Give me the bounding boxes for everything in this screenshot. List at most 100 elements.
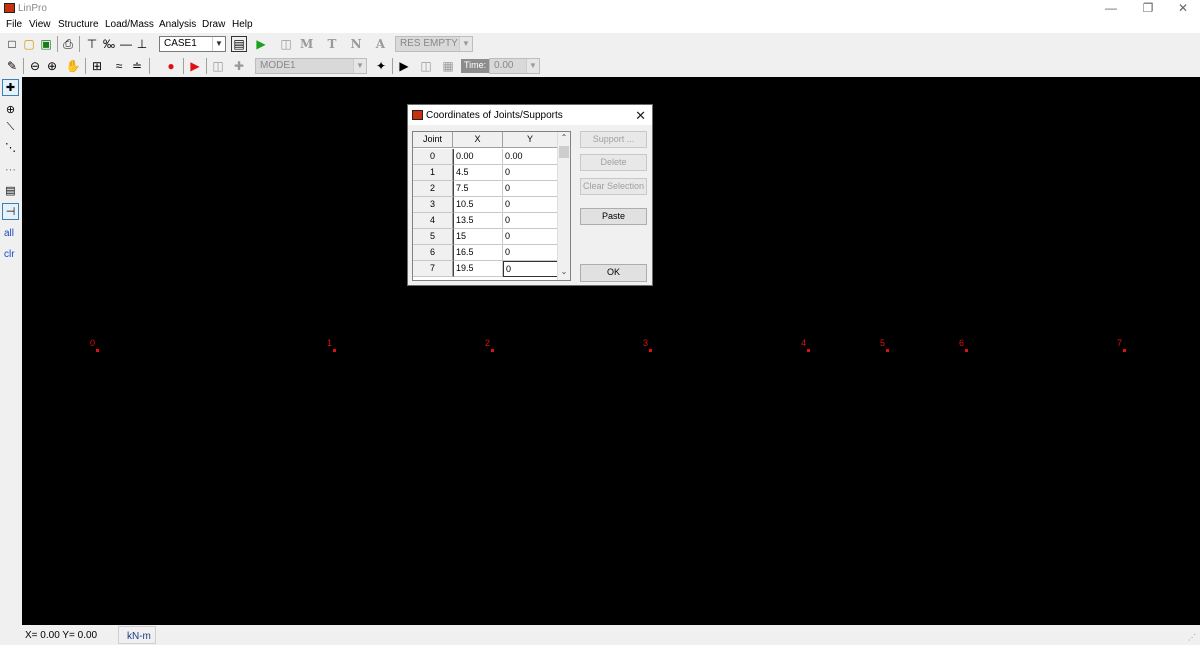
member-joints-icon[interactable]: ⋱ (2, 139, 19, 156)
support-tool-icon[interactable]: ⊤ (84, 36, 100, 52)
status-bar: X= 0.00 Y= 0.00 kN-m ⋰ (0, 625, 1200, 645)
table-row: 3 10.5 0 (413, 197, 558, 213)
menu-draw[interactable]: Draw (202, 19, 225, 30)
grid-icon[interactable]: ⋯ (2, 161, 19, 178)
table-icon[interactable]: ▤ (2, 182, 19, 199)
x-cell[interactable]: 16.5 (453, 245, 503, 261)
clear-link[interactable]: clr (4, 249, 15, 260)
select-all-link[interactable]: all (4, 228, 14, 239)
frame-icon[interactable]: ▤ (231, 36, 247, 52)
x-cell[interactable]: 10.5 (453, 197, 503, 213)
case-select-value: CASE1 (164, 38, 197, 49)
hinge-tool-icon[interactable]: ⊥ (134, 36, 150, 52)
joint-point[interactable] (333, 349, 336, 352)
copy-result-icon[interactable]: ◫ (418, 58, 434, 74)
zoom-in-icon[interactable]: ⊕ (44, 58, 60, 74)
undeformed-shape-icon[interactable]: ≐ (129, 58, 145, 74)
time-select[interactable]: 0.00 ▼ (489, 58, 540, 74)
play-red-icon[interactable]: ▶ (187, 58, 203, 74)
joint-point[interactable] (649, 349, 652, 352)
joint-point[interactable] (1123, 349, 1126, 352)
joint-point[interactable] (96, 349, 99, 352)
copy-result-icon[interactable]: ◫ (278, 36, 294, 52)
column-header-x: X (453, 132, 503, 148)
y-cell[interactable]: 0.00 (503, 149, 558, 165)
support-button[interactable]: Support ... (580, 131, 647, 148)
dimension-icon[interactable]: ⊣ (2, 203, 19, 220)
save-icon[interactable]: ▣ (38, 36, 54, 52)
close-icon[interactable]: ✕ (1168, 0, 1198, 17)
scroll-thumb[interactable] (559, 146, 569, 158)
y-cell[interactable]: 0 (503, 229, 558, 245)
pencil-icon[interactable]: ✎ (4, 58, 20, 74)
joint-point[interactable] (807, 349, 810, 352)
x-cell[interactable]: 19.5 (453, 261, 503, 277)
x-cell[interactable]: 0.00 (453, 149, 503, 165)
zoom-out-icon[interactable]: ⊖ (27, 58, 43, 74)
chevron-down-icon[interactable]: ▼ (459, 37, 472, 51)
clear-selection-button[interactable]: Clear Selection (580, 178, 647, 195)
y-cell-editing[interactable]: 0 (503, 261, 558, 277)
delete-button[interactable]: Delete (580, 154, 647, 171)
x-cell[interactable]: 15 (453, 229, 503, 245)
pan-hand-icon[interactable]: ✋ (65, 58, 81, 74)
joint-point[interactable] (886, 349, 889, 352)
separator (206, 58, 207, 74)
joint-point[interactable] (965, 349, 968, 352)
chevron-down-icon[interactable]: ▼ (212, 37, 225, 51)
animate-icon[interactable]: ✦ (373, 58, 389, 74)
menu-view[interactable]: View (29, 19, 51, 30)
coordinates-grid[interactable]: Joint X Y 0 0.00 0.00 1 4.5 0 2 7.5 0 3 … (412, 131, 571, 281)
joint-label: 6 (959, 338, 964, 348)
print-icon[interactable]: ⎙ (60, 36, 76, 52)
y-cell[interactable]: 0 (503, 181, 558, 197)
grid-scrollbar[interactable]: ⌃ ⌄ (557, 132, 570, 280)
member-line-icon[interactable]: — (118, 36, 134, 52)
new-file-icon[interactable]: □ (4, 36, 20, 52)
paste-button[interactable]: Paste (580, 208, 647, 225)
x-cell[interactable]: 13.5 (453, 213, 503, 229)
menu-file[interactable]: File (6, 19, 22, 30)
menu-help[interactable]: Help (232, 19, 253, 30)
run-analysis-icon[interactable]: ▶ (253, 36, 269, 52)
menu-load-mass[interactable]: Load/Mass (105, 19, 154, 30)
add-joint-icon[interactable]: ⊕ (2, 101, 19, 118)
y-cell[interactable]: 0 (503, 197, 558, 213)
restore-icon[interactable]: ❐ (1133, 0, 1163, 17)
copy-icon[interactable]: ◫ (210, 58, 226, 74)
close-icon[interactable]: ✕ (635, 108, 646, 124)
deformed-shape-icon[interactable]: ≈ (111, 58, 127, 74)
chevron-down-icon[interactable]: ▼ (353, 59, 366, 73)
add-member-icon[interactable]: ⟍ (2, 119, 19, 136)
time-history-icon[interactable]: ▦ (440, 58, 456, 74)
move-icon[interactable]: ✚ (231, 58, 247, 74)
result-select[interactable]: RES EMPTY ▼ (395, 36, 473, 52)
mode-select[interactable]: MODE1 ▼ (255, 58, 367, 74)
select-cross-icon[interactable]: ✚ (2, 79, 19, 96)
window-title: LinPro (18, 3, 47, 14)
open-folder-icon[interactable]: ▢ (21, 36, 37, 52)
column-header-y: Y (503, 132, 558, 148)
play-icon[interactable]: ▶ (396, 58, 412, 74)
x-cell[interactable]: 4.5 (453, 165, 503, 181)
y-cell[interactable]: 0 (503, 165, 558, 181)
y-cell[interactable]: 0 (503, 245, 558, 261)
joint-point[interactable] (491, 349, 494, 352)
case-select[interactable]: CASE1 ▼ (159, 36, 226, 52)
joint-label: 3 (643, 338, 648, 348)
resize-grip-icon[interactable]: ⋰ (1188, 633, 1198, 643)
scroll-down-icon[interactable]: ⌄ (558, 267, 570, 279)
record-icon[interactable]: ● (163, 58, 179, 74)
zoom-window-icon[interactable]: ⊞ (89, 58, 105, 74)
chevron-down-icon[interactable]: ▼ (526, 59, 539, 73)
title-bar: LinPro — ❐ ✕ (0, 0, 1200, 17)
percent-tool-icon[interactable]: ‰ (101, 36, 117, 52)
minimize-icon[interactable]: — (1096, 0, 1126, 17)
menu-analysis[interactable]: Analysis (159, 19, 196, 30)
y-cell[interactable]: 0 (503, 213, 558, 229)
menu-structure[interactable]: Structure (58, 19, 99, 30)
x-cell[interactable]: 7.5 (453, 181, 503, 197)
units-indicator[interactable]: kN-m (118, 626, 156, 644)
scroll-up-icon[interactable]: ⌃ (558, 133, 570, 145)
ok-button[interactable]: OK (580, 264, 647, 282)
